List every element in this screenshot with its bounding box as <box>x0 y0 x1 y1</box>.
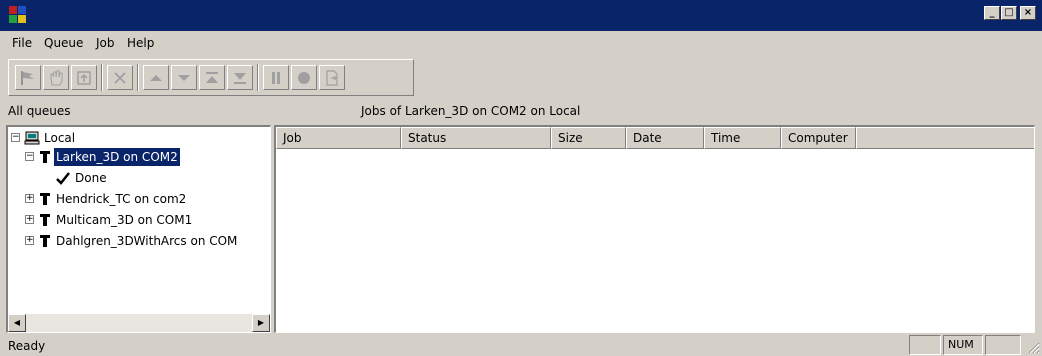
tree-label-larken: Larken_3D on COM2 <box>53 147 181 167</box>
status-bar: Ready NUM <box>0 334 1042 356</box>
printer-queue-icon <box>40 193 50 205</box>
tree-label-done: Done <box>75 171 107 185</box>
move-top-button[interactable] <box>199 65 225 90</box>
menu-file[interactable]: File <box>12 36 32 50</box>
tree-node-local[interactable]: − Local <box>8 129 268 147</box>
toolbar <box>8 59 414 96</box>
tree-node-hendrick[interactable]: + Hendrick_TC on com2 <box>8 190 268 208</box>
refresh-icon <box>77 71 91 85</box>
menu-help[interactable]: Help <box>127 36 154 50</box>
printer-queue-icon <box>40 235 50 247</box>
toolbar-separator <box>101 64 103 91</box>
horizontal-scrollbar[interactable]: ◀ ▶ <box>8 314 270 332</box>
tree-node-done[interactable]: Done <box>8 169 268 187</box>
computer-icon <box>24 131 40 145</box>
maximize-button[interactable]: □ <box>1001 6 1017 20</box>
tree-label-hendrick: Hendrick_TC on com2 <box>56 192 187 206</box>
printer-queue-icon <box>40 214 50 226</box>
move-up-button[interactable] <box>143 65 169 90</box>
expand-icon[interactable]: + <box>25 194 34 203</box>
record-icon <box>298 72 310 84</box>
queue-tree[interactable]: − Local − Larken_3D on COM2 Done + Hendr… <box>6 125 271 333</box>
status-panel-num: NUM <box>943 335 983 355</box>
move-bottom-button[interactable] <box>227 65 253 90</box>
jobs-pane-title: Jobs of Larken_3D on COM2 on Local <box>361 104 581 118</box>
title-bar[interactable]: _ □ × <box>0 0 1042 31</box>
tree-node-dahlgren[interactable]: + Dahlgren_3DWithArcs on COM <box>8 232 268 250</box>
app-icon <box>9 6 26 23</box>
toolbar-separator <box>257 64 259 91</box>
checkmark-icon <box>56 172 70 185</box>
column-header-size[interactable]: Size <box>551 127 626 149</box>
move-up-icon <box>150 75 162 81</box>
move-down-button[interactable] <box>171 65 197 90</box>
collapse-icon[interactable]: − <box>25 152 34 161</box>
tree-label-local: Local <box>44 131 76 145</box>
column-header-date[interactable]: Date <box>626 127 704 149</box>
record-button[interactable] <box>291 65 317 90</box>
collapse-icon[interactable]: − <box>11 133 20 142</box>
menu-job[interactable]: Job <box>96 36 115 50</box>
menu-queue[interactable]: Queue <box>44 36 83 50</box>
pause-icon <box>272 72 280 84</box>
printer-queue-icon <box>40 151 50 163</box>
tree-label-multicam: Multicam_3D on COM1 <box>56 213 193 227</box>
move-down-icon <box>178 75 190 81</box>
hold-button[interactable] <box>43 65 69 90</box>
flag-button[interactable] <box>15 65 41 90</box>
status-text: Ready <box>8 339 46 353</box>
expand-icon[interactable]: + <box>25 215 34 224</box>
flag-icon <box>21 71 34 85</box>
pause-button[interactable] <box>263 65 289 90</box>
tree-label-dahlgren: Dahlgren_3DWithArcs on COM <box>56 234 238 248</box>
export-button[interactable] <box>319 65 345 90</box>
status-panel-scroll <box>985 335 1021 355</box>
delete-icon <box>114 72 126 84</box>
all-queues-label: All queues <box>8 104 71 118</box>
column-header-job[interactable]: Job <box>276 127 401 149</box>
scroll-right-button[interactable]: ▶ <box>252 314 270 332</box>
move-bottom-icon <box>234 73 246 84</box>
hand-icon <box>50 70 63 86</box>
tree-node-larken[interactable]: − Larken_3D on COM2 <box>8 147 268 167</box>
scroll-left-button[interactable]: ◀ <box>8 314 26 332</box>
minimize-button[interactable]: _ <box>984 6 1000 20</box>
menu-bar: File Queue Job Help <box>0 31 1042 55</box>
status-panel-caps <box>909 335 941 355</box>
tree-node-multicam[interactable]: + Multicam_3D on COM1 <box>8 211 268 229</box>
column-header-filler <box>856 127 1034 149</box>
close-button[interactable]: × <box>1020 6 1036 20</box>
resize-grip-icon[interactable] <box>1026 340 1040 354</box>
move-top-icon <box>206 72 218 83</box>
refresh-button[interactable] <box>71 65 97 90</box>
expand-icon[interactable]: + <box>25 236 34 245</box>
toolbar-separator <box>137 64 139 91</box>
job-list[interactable]: Job Status Size Date Time Computer <box>274 125 1035 333</box>
export-icon <box>326 70 338 86</box>
column-header-status[interactable]: Status <box>401 127 551 149</box>
column-header-time[interactable]: Time <box>704 127 781 149</box>
column-header-computer[interactable]: Computer <box>781 127 856 149</box>
delete-button[interactable] <box>107 65 133 90</box>
